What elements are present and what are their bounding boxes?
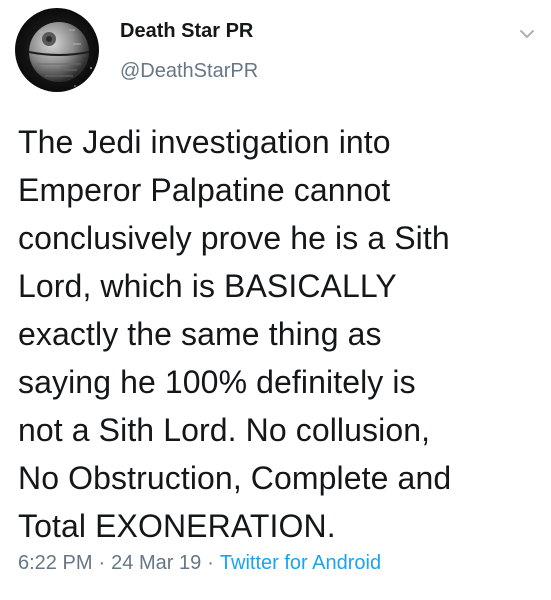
tweet-text-line: The Jedi investigation into	[18, 124, 391, 160]
tweet-time[interactable]: 6:22 PM	[18, 552, 92, 574]
user-handle[interactable]: @DeathStarPR	[120, 60, 258, 83]
tweet-text-line: Total EXONERATION.	[18, 508, 336, 544]
tweet-text-line: saying he 100% definitely is	[18, 364, 416, 400]
tweet-text-line: No Obstruction, Complete and	[18, 460, 452, 496]
death-star-avatar-icon	[15, 8, 99, 92]
tweet-metadata: 6:22 PM · 24 Mar 19 · Twitter for Android	[18, 552, 381, 575]
tweet-text-line: Lord, which is BASICALLY	[18, 268, 397, 304]
chevron-down-icon[interactable]	[517, 24, 537, 44]
separator-dot: ·	[98, 552, 106, 574]
tweet-text-line: exactly the same thing as	[18, 316, 382, 352]
display-name[interactable]: Death Star PR	[120, 20, 253, 43]
avatar[interactable]	[15, 8, 99, 92]
tweet-source-link[interactable]: Twitter for Android	[220, 552, 381, 574]
tweet-card: Death Star PR @DeathStarPR The Jedi inve…	[0, 0, 551, 600]
separator-dot: ·	[207, 552, 214, 574]
tweet-text: The Jedi investigation into Emperor Palp…	[18, 118, 538, 550]
tweet-text-line: Emperor Palpatine cannot	[18, 172, 391, 208]
tweet-date[interactable]: 24 Mar 19	[111, 552, 201, 574]
tweet-text-line: conclusively prove he is a Sith	[18, 220, 450, 256]
tweet-text-line: not a Sith Lord. No collusion,	[18, 412, 431, 448]
